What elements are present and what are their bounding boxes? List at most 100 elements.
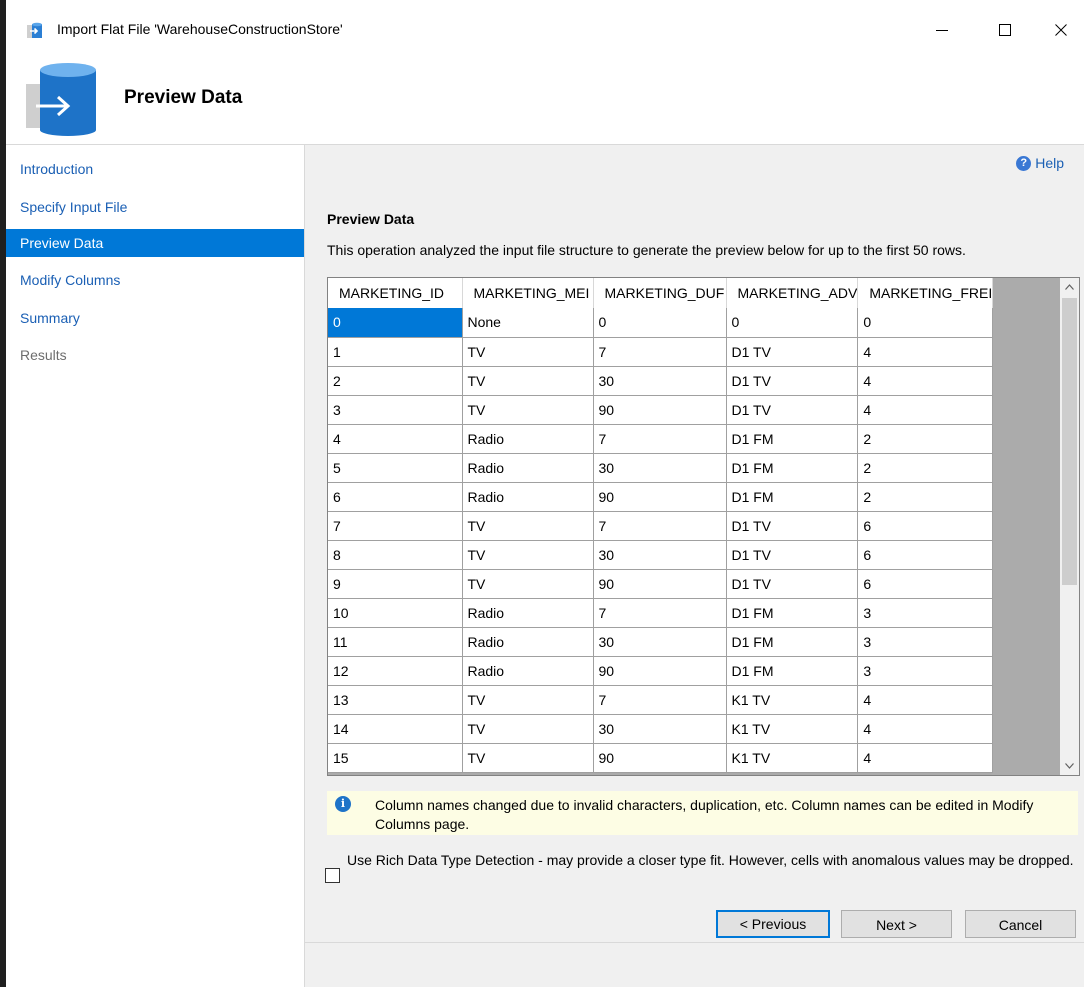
table-cell[interactable]: 7 (593, 337, 727, 367)
table-cell[interactable]: Radio (462, 453, 594, 483)
table-cell[interactable]: 4 (328, 424, 463, 454)
table-cell[interactable]: 4 (857, 395, 994, 425)
title-bar[interactable]: Import Flat File 'WarehouseConstructionS… (6, 0, 1084, 60)
previous-button[interactable]: < Previous (716, 910, 830, 938)
step-modify-columns[interactable]: Modify Columns (6, 266, 304, 294)
table-cell[interactable]: 90 (593, 395, 727, 425)
column-header[interactable]: MARKETING_ADV (726, 278, 859, 308)
table-cell[interactable]: D1 FM (726, 656, 859, 686)
table-cell[interactable]: 0 (857, 308, 994, 338)
table-cell[interactable]: None (462, 308, 594, 338)
scroll-thumb[interactable] (1062, 298, 1077, 585)
table-cell[interactable]: D1 FM (726, 627, 859, 657)
help-link[interactable]: ? Help (1016, 155, 1064, 171)
table-cell[interactable]: Radio (462, 482, 594, 512)
preview-grid[interactable]: MARKETING_ID MARKETING_MEI MARKETING_DUF MA… (327, 277, 1080, 776)
table-cell[interactable]: 1 (328, 337, 463, 367)
step-specify-input-file[interactable]: Specify Input File (6, 193, 304, 221)
table-cell[interactable]: D1 TV (726, 540, 859, 570)
table-cell[interactable]: TV (462, 743, 594, 773)
table-row[interactable]: 2 TV 30 D1 TV 4 (328, 366, 994, 396)
column-header[interactable]: MARKETING_FREI (857, 278, 994, 308)
column-header[interactable]: MARKETING_DUF (593, 278, 727, 308)
table-row[interactable]: 7 TV 7 D1 TV 6 (328, 511, 994, 541)
table-cell[interactable]: 6 (857, 511, 994, 541)
table-row[interactable]: 0 None 0 0 0 (328, 308, 994, 338)
table-cell[interactable]: 0 (328, 308, 463, 338)
table-cell[interactable]: 4 (857, 743, 994, 773)
table-cell[interactable]: D1 TV (726, 337, 859, 367)
table-row[interactable]: 10 Radio 7 D1 FM 3 (328, 598, 994, 628)
step-introduction[interactable]: Introduction (6, 155, 304, 183)
table-cell[interactable]: 90 (593, 482, 727, 512)
step-preview-data[interactable]: Preview Data (6, 229, 304, 257)
table-cell[interactable]: 2 (857, 424, 994, 454)
table-cell[interactable]: TV (462, 511, 594, 541)
table-cell[interactable]: K1 TV (726, 685, 859, 715)
table-cell[interactable]: K1 TV (726, 714, 859, 744)
table-cell[interactable]: 14 (328, 714, 463, 744)
table-cell[interactable]: 90 (593, 656, 727, 686)
cancel-button[interactable]: Cancel (965, 910, 1076, 938)
table-cell[interactable]: 2 (857, 482, 994, 512)
table-cell[interactable]: 6 (857, 569, 994, 599)
table-cell[interactable]: 13 (328, 685, 463, 715)
table-cell[interactable]: TV (462, 395, 594, 425)
next-button[interactable]: Next > (841, 910, 952, 938)
table-cell[interactable]: TV (462, 685, 594, 715)
table-row[interactable]: 4 Radio 7 D1 FM 2 (328, 424, 994, 454)
table-cell[interactable]: 30 (593, 453, 727, 483)
close-button[interactable] (1038, 13, 1084, 47)
table-cell[interactable]: 12 (328, 656, 463, 686)
table-cell[interactable]: 4 (857, 337, 994, 367)
table-cell[interactable]: TV (462, 337, 594, 367)
table-cell[interactable]: 3 (857, 656, 994, 686)
table-cell[interactable]: K1 TV (726, 743, 859, 773)
table-cell[interactable]: 30 (593, 714, 727, 744)
table-cell[interactable]: 7 (593, 685, 727, 715)
table-cell[interactable]: D1 FM (726, 598, 859, 628)
table-cell[interactable]: 5 (328, 453, 463, 483)
table-cell[interactable]: D1 TV (726, 511, 859, 541)
column-header[interactable]: MARKETING_ID (328, 278, 463, 308)
table-cell[interactable]: TV (462, 714, 594, 744)
table-row[interactable]: 1 TV 7 D1 TV 4 (328, 337, 994, 367)
table-cell[interactable]: 11 (328, 627, 463, 657)
table-cell[interactable]: 0 (593, 308, 727, 338)
table-cell[interactable]: 15 (328, 743, 463, 773)
table-cell[interactable]: 2 (328, 366, 463, 396)
table-cell[interactable]: Radio (462, 598, 594, 628)
table-cell[interactable]: D1 TV (726, 366, 859, 396)
table-cell[interactable]: Radio (462, 424, 594, 454)
step-summary[interactable]: Summary (6, 304, 304, 332)
column-header[interactable]: MARKETING_MEI (462, 278, 594, 308)
table-cell[interactable]: 6 (328, 482, 463, 512)
table-cell[interactable]: 3 (857, 627, 994, 657)
table-cell[interactable]: 4 (857, 714, 994, 744)
table-cell[interactable]: TV (462, 366, 594, 396)
minimize-button[interactable] (919, 13, 965, 47)
table-cell[interactable]: 90 (593, 569, 727, 599)
table-cell[interactable]: Radio (462, 627, 594, 657)
table-row[interactable]: 8 TV 30 D1 TV 6 (328, 540, 994, 570)
table-cell[interactable]: 7 (593, 424, 727, 454)
table-cell[interactable]: 4 (857, 685, 994, 715)
maximize-button[interactable] (982, 13, 1028, 47)
table-row[interactable]: 15 TV 90 K1 TV 4 (328, 743, 994, 773)
table-cell[interactable]: 30 (593, 366, 727, 396)
table-row[interactable]: 11 Radio 30 D1 FM 3 (328, 627, 994, 657)
table-row[interactable]: 12 Radio 90 D1 FM 3 (328, 656, 994, 686)
table-cell[interactable]: 8 (328, 540, 463, 570)
table-row[interactable]: 5 Radio 30 D1 FM 2 (328, 453, 994, 483)
table-cell[interactable]: 90 (593, 743, 727, 773)
table-row[interactable]: 13 TV 7 K1 TV 4 (328, 685, 994, 715)
table-cell[interactable]: 7 (328, 511, 463, 541)
table-cell[interactable]: D1 FM (726, 453, 859, 483)
table-cell[interactable]: Radio (462, 656, 594, 686)
grid-vertical-scrollbar[interactable] (1060, 278, 1079, 775)
rich-detection-label[interactable]: Use Rich Data Type Detection - may provi… (347, 851, 1077, 870)
table-row[interactable]: 14 TV 30 K1 TV 4 (328, 714, 994, 744)
table-cell[interactable]: 3 (328, 395, 463, 425)
table-cell[interactable]: 9 (328, 569, 463, 599)
table-cell[interactable]: D1 TV (726, 569, 859, 599)
